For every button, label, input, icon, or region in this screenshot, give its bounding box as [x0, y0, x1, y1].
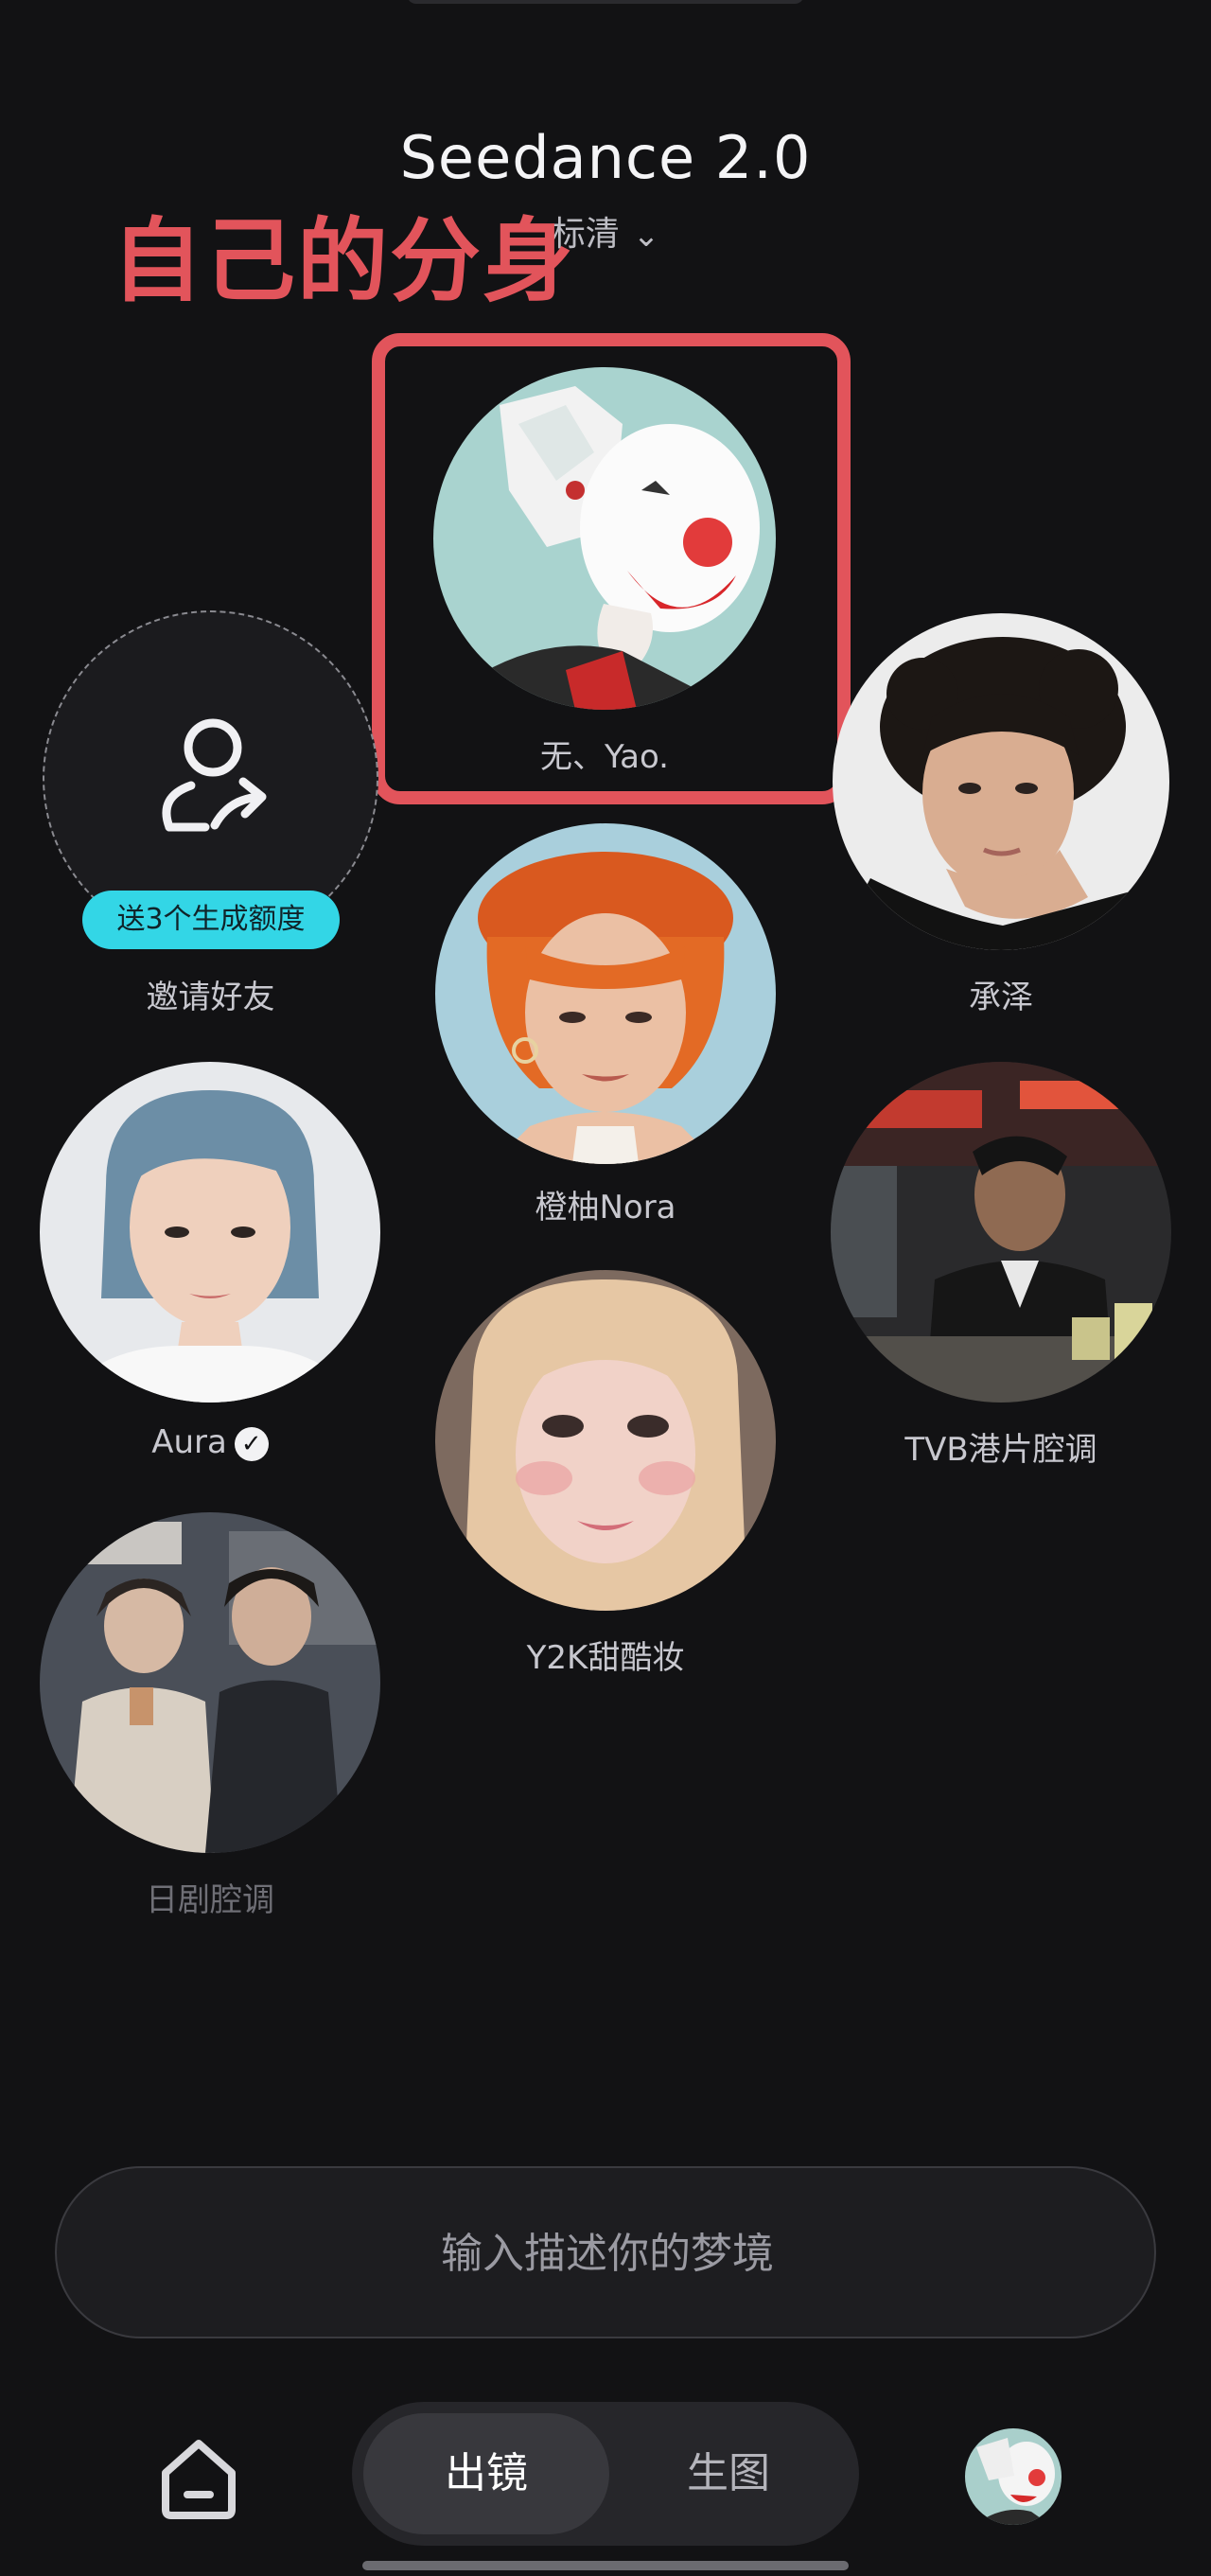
profile-avatar-button[interactable] — [965, 2428, 1062, 2525]
avatar-name-aura-label: Aura — [151, 1423, 227, 1461]
avatar-aura[interactable] — [40, 1062, 380, 1403]
jdrama-couple-scene-icon — [40, 1512, 380, 1853]
chevron-down-icon: ⌄ — [632, 217, 660, 255]
avatar-nora[interactable] — [435, 823, 776, 1164]
invite-friends-label: 邀请好友 — [146, 979, 275, 1016]
dream-prompt-box[interactable] — [55, 2166, 1158, 2338]
avatar-chengze[interactable] — [833, 613, 1169, 950]
invite-reward-badge: 送3个生成额度 — [82, 891, 340, 949]
tab-image-generation[interactable]: 生图 — [609, 2413, 848, 2534]
avatar-name-jdrama: 日剧腔调 — [146, 1881, 274, 1919]
avatar-name-chengze: 承泽 — [969, 979, 1033, 1016]
home-icon — [162, 2440, 236, 2519]
home-indicator — [362, 2561, 849, 2570]
add-user-icon — [162, 718, 267, 832]
avatar-tvb[interactable] — [831, 1062, 1171, 1403]
orange-beret-woman-portrait-icon — [435, 823, 776, 1164]
app-title: Seedance 2.0 — [399, 123, 812, 192]
y2k-makeup-portrait-icon — [435, 1270, 776, 1611]
tab-appearance[interactable]: 出镜 — [363, 2413, 609, 2534]
avatar-name-nora: 橙柚Nora — [535, 1189, 676, 1226]
avatar-name-aura: Aura ✓ — [40, 1423, 380, 1461]
profile-avatar-icon — [965, 2428, 1062, 2525]
clown-mask-anime-avatar-icon — [433, 367, 776, 710]
hk-film-scene-icon — [831, 1062, 1171, 1403]
avatar-yao[interactable] — [433, 367, 776, 710]
avatar-y2k[interactable] — [435, 1270, 776, 1611]
home-button[interactable] — [151, 2430, 246, 2525]
avatar-name-yao: 无、Yao. — [540, 738, 669, 776]
avatar-jdrama[interactable] — [40, 1512, 380, 1853]
mode-tabbar: 出镜 生图 — [352, 2402, 859, 2546]
curly-hair-man-portrait-icon — [833, 613, 1169, 950]
avatar-name-tvb: TVB港片腔调 — [904, 1431, 1097, 1469]
dream-prompt-input[interactable] — [57, 2168, 1158, 2338]
avatar-name-y2k: Y2K甜酷妆 — [526, 1639, 685, 1677]
top-notch — [407, 0, 804, 4]
blue-hair-woman-portrait-icon — [40, 1062, 380, 1403]
verified-check-icon: ✓ — [234, 1426, 269, 1461]
annotation-label: 自己的分身 — [112, 208, 575, 314]
